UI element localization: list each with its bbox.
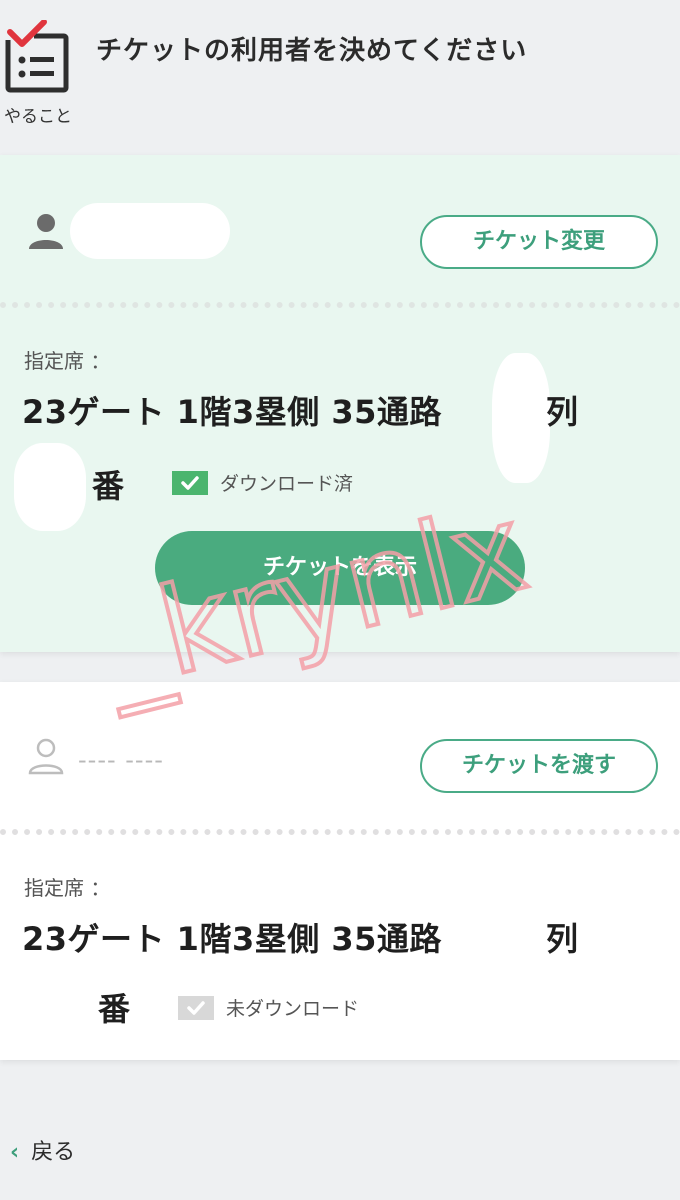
transfer-ticket-button[interactable]: チケットを渡す [420,739,658,793]
page-title: チケットの利用者を決めてください [96,36,528,66]
dotted-divider [0,302,680,308]
ticket-card-unassigned: ---- ---- チケットを渡す 指定席 ： 23ゲート 1階3塁側 35通路… [0,682,680,1060]
redaction-blot [14,443,86,531]
seat-number-suffix: 番 [98,990,131,1028]
show-ticket-button[interactable]: チケットを表示 [155,531,525,605]
redaction-blot [492,902,550,972]
seat-row-suffix: 列 [546,393,579,431]
user-name-redacted [70,203,230,259]
change-ticket-button[interactable]: チケット変更 [420,215,658,269]
todo-icon[interactable]: やること [4,19,72,127]
page-header: やること チケットの利用者を決めてください [0,0,680,140]
dotted-divider [0,829,680,835]
user-name-placeholder: ---- ---- [78,746,164,774]
download-status: 未ダウンロード [178,994,359,1021]
check-icon [172,470,208,495]
redaction-blot [0,978,92,1034]
download-status: ダウンロード済 [172,469,353,496]
checklist-icon [4,19,69,93]
redaction-blot [492,353,550,483]
check-icon [178,995,214,1020]
back-link[interactable]: ‹ 戻る [10,1134,75,1166]
seat-location: 23ゲート 1階3塁側 35通路 [22,393,442,431]
user-outline-icon [28,738,64,775]
seat-label: 指定席 ： [24,349,111,373]
seat-location: 23ゲート 1階3塁側 35通路 [22,920,442,958]
seat-row-suffix: 列 [546,920,579,958]
todo-caption: やること [4,107,72,127]
ticket-card-assigned: チケット変更 指定席 ： 23ゲート 1階3塁側 35通路 列 番 ダウンロード… [0,155,680,652]
user-icon [29,214,63,249]
download-status-text: 未ダウンロード [226,998,360,1020]
seat-label: 指定席 ： [24,876,111,900]
download-status-text: ダウンロード済 [220,473,354,495]
back-label: 戻る [31,1140,76,1165]
seat-number-suffix: 番 [92,467,125,505]
chevron-left-icon: ‹ [10,1140,20,1165]
